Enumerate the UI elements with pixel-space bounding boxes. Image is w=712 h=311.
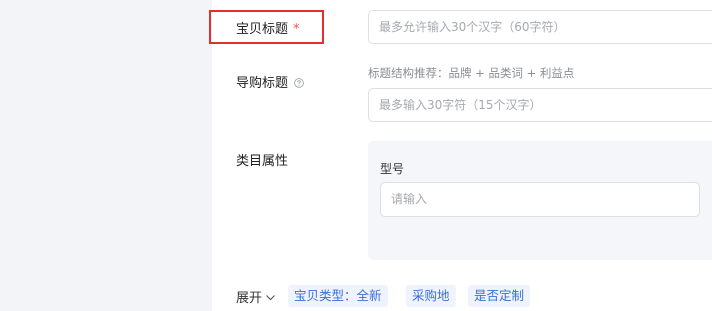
guide-title-label-row: 导购标题	[236, 72, 304, 91]
model-field-label: 型号	[380, 162, 405, 176]
attribute-tag-customization[interactable]: 是否定制	[468, 285, 531, 307]
question-circle-icon[interactable]	[294, 78, 304, 88]
model-input-placeholder: 请输入	[391, 192, 428, 206]
attribute-tag-purchase-origin[interactable]: 采购地	[406, 285, 456, 307]
guide-title-hint: 标题结构推荐：品牌 + 品类词 + 利益点	[368, 66, 575, 80]
title-field-label-row: 宝贝标题 *	[236, 18, 300, 37]
guide-title-label: 导购标题	[236, 76, 289, 91]
expand-label: 展开	[236, 291, 263, 306]
category-attributes-label: 类目属性	[236, 154, 289, 169]
guide-title-input[interactable]: 最多输入30字符（15个汉字）	[368, 88, 712, 122]
title-input-placeholder: 最多允许输入30个汉字（60字符）	[379, 20, 566, 34]
expand-button[interactable]: 展开	[236, 287, 275, 306]
required-star: *	[293, 22, 300, 37]
guide-title-input-placeholder: 最多输入30字符（15个汉字）	[379, 98, 542, 112]
title-input[interactable]: 最多允许输入30个汉字（60字符）	[368, 10, 712, 44]
attribute-tag-item-type[interactable]: 宝贝类型：全新	[288, 285, 388, 307]
left-sidebar-background	[0, 0, 212, 311]
chevron-down-icon	[266, 295, 275, 301]
product-edit-form: 宝贝标题 * 最多允许输入30个汉字（60字符） 导购标题 标题结构推荐：品牌 +…	[0, 0, 712, 311]
title-field-label: 宝贝标题	[236, 22, 289, 37]
model-input[interactable]: 请输入	[380, 182, 700, 217]
